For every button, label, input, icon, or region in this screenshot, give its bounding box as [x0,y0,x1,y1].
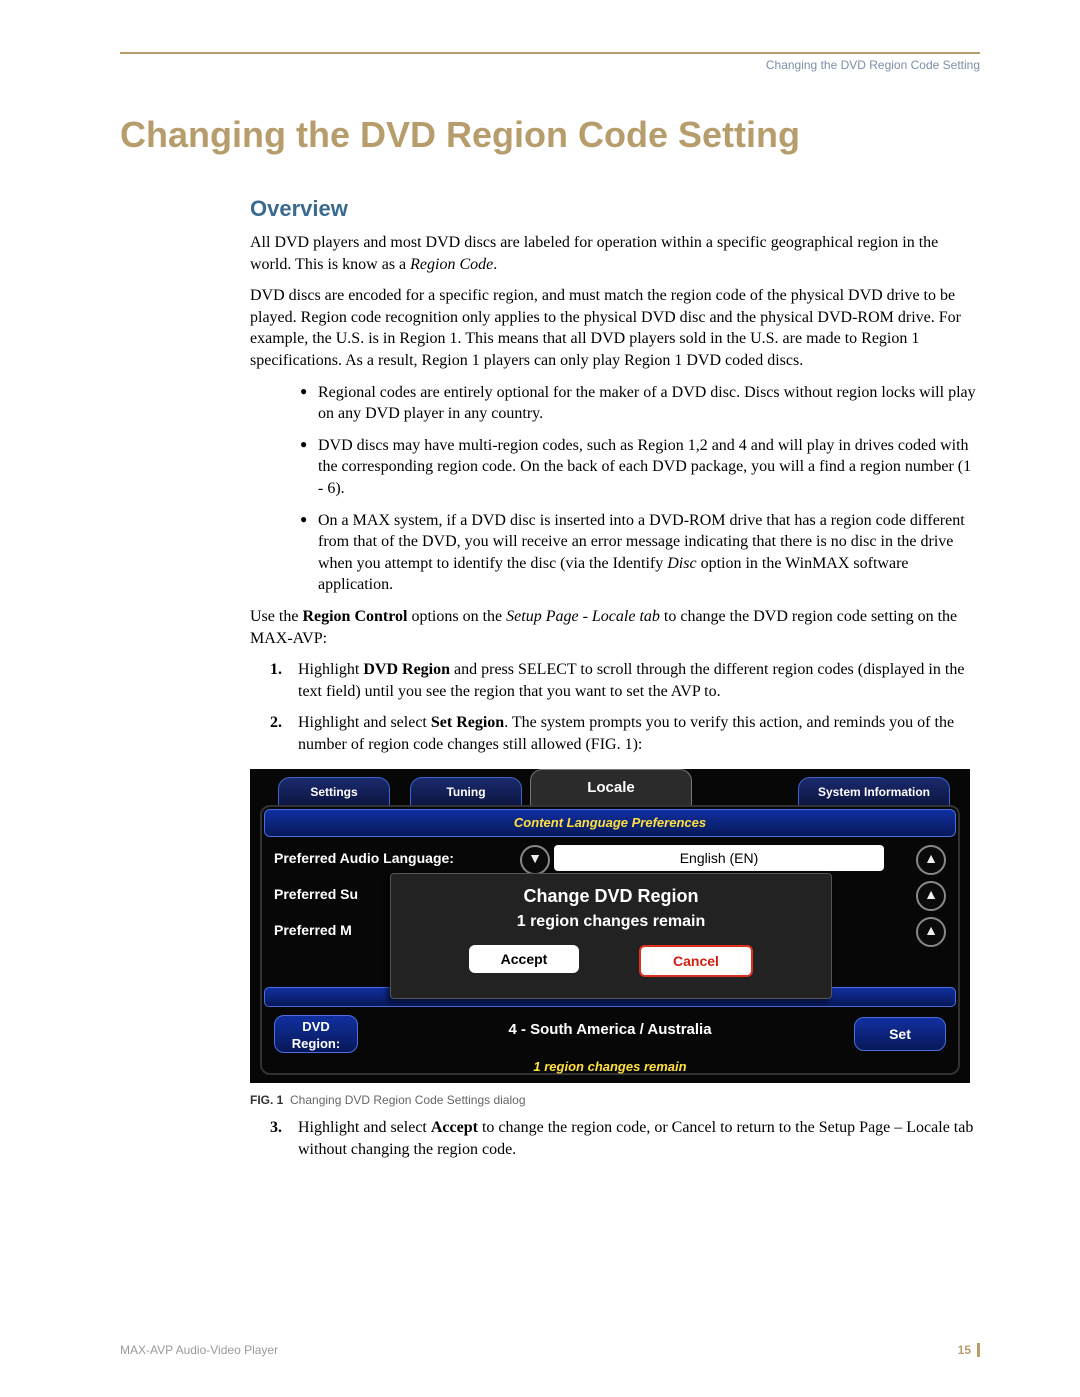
top-rule [120,52,980,54]
text: . [493,256,497,273]
text-bold: DVD Region [363,661,450,678]
list-item: On a MAX system, if a DVD disc is insert… [300,510,980,596]
list-item: Regional codes are entirely optional for… [300,382,980,425]
ordered-steps: Highlight DVD Region and press SELECT to… [120,659,980,755]
footer-doc-title: MAX-AVP Audio-Video Player [120,1343,278,1357]
field-dvd-region-value[interactable]: 4 - South America / Australia [394,1021,826,1038]
text: Region: [292,1036,340,1051]
status-region-changes-remain: 1 region changes remain [250,1059,970,1074]
tab-system-information[interactable]: System Information [798,777,950,807]
section-overview-title: Overview [250,196,980,222]
figure-label: FIG. 1 [250,1093,283,1107]
text-italic: Region Code [410,256,493,273]
tab-locale[interactable]: Locale [530,769,692,807]
section-bar-content-language: Content Language Preferences [264,809,956,837]
text-italic: Setup Page - Locale tab [506,608,660,625]
text: Highlight [298,661,363,678]
paragraph-2: DVD discs are encoded for a specific reg… [120,285,980,371]
dialog-subtitle: 1 region changes remain [391,913,831,931]
cancel-button[interactable]: Cancel [639,945,753,977]
text: Highlight and select [298,1119,431,1136]
tab-settings[interactable]: Settings [278,777,390,807]
ordered-steps-continued: Highlight and select Accept to change th… [120,1117,980,1160]
text: DVD [302,1019,329,1034]
dialog-title: Change DVD Region [391,886,831,907]
text: All DVD players and most DVD discs are l… [250,234,938,273]
dropdown-icon[interactable]: ▼ [520,845,550,875]
text-bold: Accept [431,1119,478,1136]
up-arrow-icon[interactable]: ▲ [916,881,946,911]
dialog-buttons: Accept Cancel [391,945,831,977]
label-preferred-audio: Preferred Audio Language: [274,843,454,873]
device-screen: Settings Tuning Locale System Informatio… [250,769,970,1083]
text-bold: Set Region [431,714,504,731]
list-item: Highlight and select Accept to change th… [270,1117,980,1160]
list-item: Highlight DVD Region and press SELECT to… [270,659,980,702]
footer-page-number: 15 [958,1343,980,1357]
row-preferred-audio: Preferred Audio Language: ▼ English (EN)… [274,843,946,873]
chapter-title: Changing the DVD Region Code Setting [120,114,980,156]
field-preferred-audio[interactable]: English (EN) [554,845,884,871]
tab-tuning[interactable]: Tuning [410,777,522,807]
list-item: DVD discs may have multi-region codes, s… [300,435,980,500]
up-arrow-icon[interactable]: ▲ [916,845,946,875]
set-button[interactable]: Set [854,1017,946,1051]
figure-caption-text: Changing DVD Region Code Settings dialog [290,1093,525,1107]
dialog-change-dvd-region: Change DVD Region 1 region changes remai… [390,873,832,999]
label-dvd-region: DVD Region: [274,1015,358,1053]
accept-button[interactable]: Accept [469,945,579,973]
figure-1: Settings Tuning Locale System Informatio… [250,769,970,1083]
text: options on the [407,608,506,625]
text: Highlight and select [298,714,431,731]
label-preferred-menu: Preferred M [274,915,352,945]
text-bold: Region Control [302,608,407,625]
page-footer: MAX-AVP Audio-Video Player 15 [120,1343,980,1357]
up-arrow-icon[interactable]: ▲ [916,917,946,947]
bullet-list: Regional codes are entirely optional for… [120,382,980,596]
text: Use the [250,608,302,625]
list-item: Highlight and select Set Region. The sys… [270,712,980,755]
label-preferred-subtitle: Preferred Su [274,879,358,909]
text-italic: Disc [667,555,696,572]
running-head: Changing the DVD Region Code Setting [120,58,980,72]
paragraph-1: All DVD players and most DVD discs are l… [120,232,980,275]
figure-caption: FIG. 1 Changing DVD Region Code Settings… [250,1093,980,1107]
row-dvd-region: DVD Region: 4 - South America / Australi… [274,1015,946,1055]
paragraph-3: Use the Region Control options on the Se… [120,606,980,649]
